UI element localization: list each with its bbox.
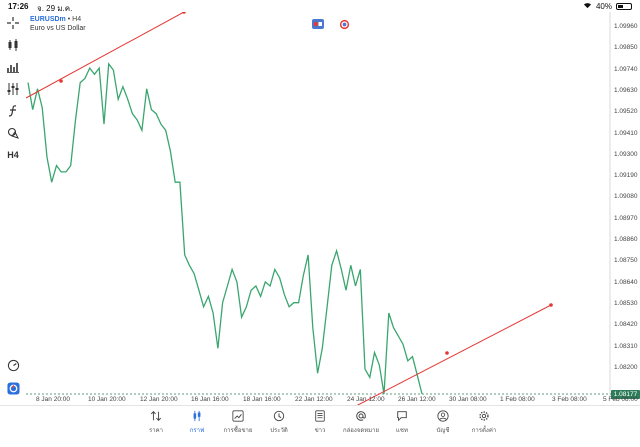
- nav-news[interactable]: ข่าว: [300, 409, 340, 443]
- trendline-anchor: [445, 351, 449, 355]
- shapes-icon[interactable]: [4, 124, 22, 142]
- time-axis-label: 22 Jan 12:00: [295, 396, 333, 403]
- time-axis-label: 5 Feb 08:00: [603, 396, 638, 403]
- time-axis-label: 18 Jan 16:00: [243, 396, 281, 403]
- nav-label: แชท: [396, 428, 408, 434]
- price-axis-label: 1.09080: [614, 193, 638, 201]
- time-axis-label: 12 Jan 20:00: [140, 396, 178, 403]
- chat-icon: [397, 411, 407, 422]
- time-axis-label: 1 Feb 08:00: [500, 396, 535, 403]
- nav-label: กราฟ: [189, 428, 205, 434]
- nav-label: ราคา: [149, 428, 163, 434]
- time-axis-label: 30 Jan 08:00: [449, 396, 487, 403]
- nav-trade[interactable]: การซื้อขาย: [218, 409, 258, 443]
- nav-account[interactable]: บัญชี: [423, 409, 463, 443]
- price-axis-label: 1.09190: [614, 172, 638, 180]
- price-axis-label: 1.08200: [614, 363, 638, 371]
- price-axis-label: 1.09850: [614, 44, 638, 52]
- messages-icon: [356, 411, 366, 421]
- price-line: [27, 62, 423, 395]
- app-logo-icon[interactable]: [6, 381, 20, 395]
- price-axis-label: 1.09740: [614, 65, 638, 73]
- chart-icon: [193, 410, 201, 422]
- indicators-icon[interactable]: [4, 80, 22, 98]
- nav-chart[interactable]: กราฟ: [177, 409, 217, 443]
- status-right: 40%: [583, 1, 632, 11]
- time-axis-label: 24 Jan 12:00: [347, 396, 385, 403]
- status-bar: 17:26 จ. 29 ม.ค. 40%: [0, 0, 640, 13]
- trendline-anchor: [182, 12, 186, 14]
- news-icon: [315, 410, 325, 422]
- battery-percent: 40%: [595, 1, 612, 11]
- nav-history[interactable]: ประวัติ: [259, 409, 299, 443]
- price-axis-label: 1.09520: [614, 108, 638, 116]
- price-axis-label: 1.08420: [614, 321, 638, 329]
- price-axis-label: 1.09300: [614, 150, 638, 158]
- function-icon[interactable]: [4, 102, 22, 120]
- clock-time: 17:26: [8, 2, 29, 11]
- time-axis-label: 10 Jan 20:00: [88, 396, 126, 403]
- price-axis-label: 1.09410: [614, 129, 638, 137]
- crosshair-icon[interactable]: [4, 14, 22, 32]
- trade-icon: [232, 410, 244, 422]
- wifi-icon: [583, 1, 592, 11]
- time-axis-label: 26 Jan 12:00: [398, 396, 436, 403]
- bar-chart-icon[interactable]: [4, 58, 22, 76]
- price-axis-label: 1.08530: [614, 299, 638, 307]
- trendline-anchor: [59, 79, 63, 83]
- nav-quotes[interactable]: ราคา: [136, 409, 176, 443]
- battery-icon: [616, 2, 632, 10]
- price-axis-label: 1.09960: [614, 23, 638, 30]
- price-chart[interactable]: [26, 12, 640, 406]
- price-axis-label: 1.08750: [614, 257, 638, 265]
- bottom-nav: ราคา กราฟ การซื้อขาย ประวัติ ข่าว กล่องจ…: [0, 405, 640, 447]
- price-axis-label: 1.09630: [614, 86, 638, 94]
- nav-label: การตั้งค่า: [471, 428, 497, 434]
- upper-trendline: [26, 12, 185, 99]
- left-toolbar: H4: [0, 12, 26, 400]
- price-axis-label: 1.08310: [614, 342, 638, 350]
- trendline-anchor: [549, 303, 553, 307]
- lower-trendline: [355, 304, 552, 406]
- time-axis-label: 3 Feb 08:00: [552, 396, 587, 403]
- quotes-icon: [150, 411, 162, 421]
- account-icon: [437, 410, 449, 422]
- settings-icon: [479, 411, 489, 421]
- speedometer-icon[interactable]: [6, 358, 20, 372]
- price-axis-label: 1.08970: [614, 214, 638, 222]
- price-axis-label: 1.08860: [614, 236, 638, 243]
- timeframe-button[interactable]: H4: [4, 146, 22, 164]
- nav-chat[interactable]: แชท: [382, 409, 422, 443]
- time-axis-label: 8 Jan 20:00: [36, 396, 70, 403]
- nav-messages[interactable]: กล่องจดหมาย: [341, 409, 381, 443]
- price-axis-label: 1.08640: [614, 278, 638, 286]
- nav-label: การซื้อขาย: [223, 428, 253, 434]
- time-axis-label: 16 Jan 16:00: [191, 396, 229, 403]
- chart-area[interactable]: [26, 12, 640, 406]
- nav-label: ประวัติ: [270, 428, 288, 434]
- candlestick-icon[interactable]: [4, 36, 22, 54]
- nav-label: ข่าว: [314, 428, 326, 434]
- nav-settings[interactable]: การตั้งค่า: [464, 409, 504, 443]
- battery-fill: [618, 4, 623, 8]
- nav-label: บัญชี: [436, 428, 450, 434]
- nav-label: กล่องจดหมาย: [342, 428, 380, 434]
- history-icon: [273, 410, 285, 422]
